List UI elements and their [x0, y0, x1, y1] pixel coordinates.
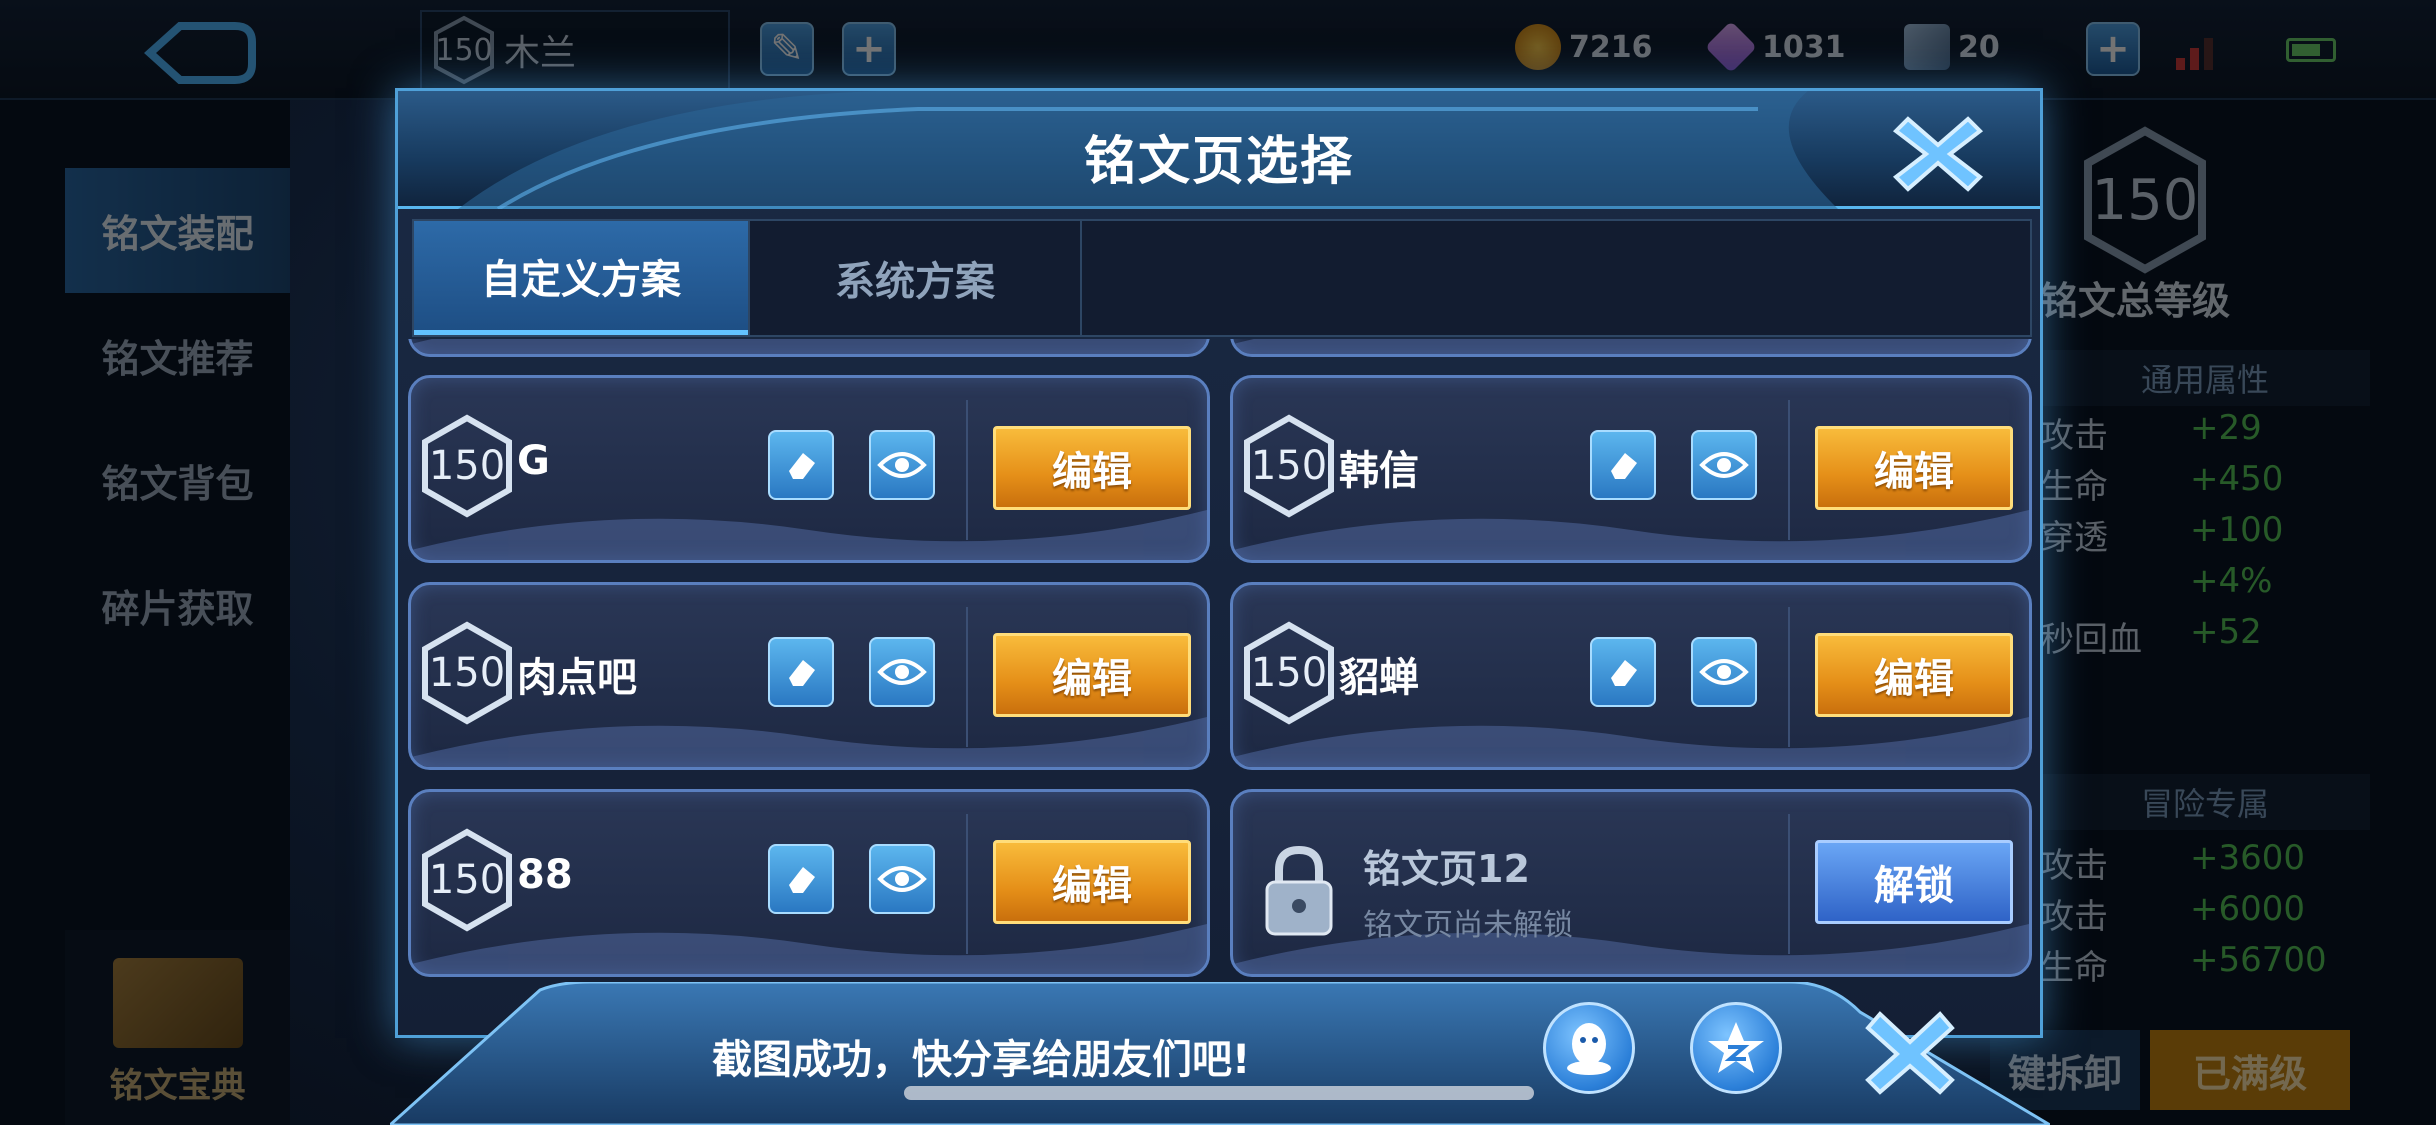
eye-icon[interactable]: [869, 844, 935, 914]
eraser-icon[interactable]: [1590, 637, 1656, 707]
hero-level: 150: [435, 32, 493, 68]
edit-button[interactable]: 编辑: [993, 426, 1191, 510]
add-currency-icon[interactable]: +: [2086, 22, 2140, 76]
page-name: 88: [517, 852, 573, 898]
stat-row: 穿透 +100: [2040, 510, 2284, 558]
edit-button[interactable]: 编辑: [993, 633, 1191, 717]
back-icon[interactable]: [140, 18, 260, 88]
add-icon[interactable]: +: [842, 22, 896, 76]
currency-gold: 7216: [1515, 22, 1653, 72]
page-level-badge: 150: [421, 621, 513, 725]
card-divider: [1788, 400, 1790, 540]
codex-label: 铭文宝典: [109, 1066, 246, 1106]
card-divider: [966, 400, 968, 540]
share-bar: 截图成功，快分享给朋友们吧!: [390, 982, 2050, 1125]
qq-icon[interactable]: [1543, 1002, 1635, 1094]
hero-chip[interactable]: 150 木兰: [420, 10, 730, 90]
signal-icon: [2176, 30, 2226, 70]
tab-system[interactable]: 系统方案: [748, 221, 1082, 335]
edit-button[interactable]: 编辑: [1815, 426, 2013, 510]
adventure-stat-row: 生命 +56700: [2040, 940, 2327, 988]
total-level-title: 铭文总等级: [2040, 279, 2231, 323]
home-indicator[interactable]: [904, 1086, 1534, 1100]
page-name: 韩信: [1339, 448, 1419, 494]
unlock-button[interactable]: 解锁: [1815, 840, 2013, 924]
locked-page-title: 铭文页12: [1363, 847, 1530, 891]
eraser-icon[interactable]: [768, 637, 834, 707]
modal-title: 铭文页选择: [1083, 132, 1354, 192]
page-select-modal: 铭文页选择 自定义方案 系统方案 150 编辑 150: [395, 88, 2043, 1038]
lock-icon: [1265, 845, 1333, 936]
qzone-icon[interactable]: [1690, 1002, 1782, 1094]
page-level-badge: 150: [421, 414, 513, 518]
close-share-icon[interactable]: [1860, 1002, 1960, 1102]
ticket-icon: [1904, 24, 1950, 70]
rune-page-card[interactable]: 150 88 编辑: [408, 789, 1210, 977]
locked-page-card[interactable]: 铭文页12 铭文页尚未解锁 解锁: [1230, 789, 2032, 977]
close-icon[interactable]: [1888, 109, 1988, 199]
edit-button[interactable]: 编辑: [1815, 633, 2013, 717]
gold-amount: 7216: [1569, 29, 1653, 65]
rune-page-card[interactable]: 150 韩信 编辑: [1230, 375, 2032, 563]
eraser-icon[interactable]: [1590, 430, 1656, 500]
diamond-icon: [1704, 20, 1758, 74]
eye-icon[interactable]: [1691, 637, 1757, 707]
stat-row: 攻击 +29: [2040, 408, 2262, 456]
stat-row: 秒回血 +52: [2040, 612, 2262, 660]
ticket-amount: 20: [1958, 29, 2000, 65]
rune-page-card[interactable]: 150 编辑: [1230, 339, 2032, 357]
page-level-badge: 150: [421, 828, 513, 932]
rune-page-card[interactable]: 150 肉点吧 编辑: [408, 582, 1210, 770]
eraser-icon[interactable]: [768, 844, 834, 914]
hero-level-badge: 150: [432, 15, 496, 85]
codex-button[interactable]: 铭文宝典: [65, 930, 290, 1125]
stat-row: 生命 +450: [2040, 459, 2284, 507]
nav-item-recommend[interactable]: 铭文推荐: [65, 293, 290, 418]
page-level-badge: 150: [1243, 414, 1335, 518]
share-message: 截图成功，快分享给朋友们吧!: [712, 1037, 1251, 1083]
total-level-badge: 150: [2080, 125, 2210, 275]
adventure-stat-row: 攻击 +3600: [2040, 838, 2306, 886]
card-divider: [966, 607, 968, 747]
rune-page-card[interactable]: 150 G 编辑: [408, 375, 1210, 563]
maxed-button[interactable]: 已满级: [2150, 1030, 2350, 1110]
nav-item-assemble[interactable]: 铭文装配: [65, 168, 290, 293]
total-level: 150: [2091, 167, 2199, 233]
currency-diamond: 1031: [1704, 20, 1846, 74]
eye-icon[interactable]: [869, 637, 935, 707]
general-attributes-header: 通用属性: [2040, 350, 2370, 406]
adventure-stat-row: 攻击 +6000: [2040, 889, 2306, 937]
eraser-icon[interactable]: [768, 430, 834, 500]
edit-button[interactable]: 编辑: [993, 840, 1191, 924]
eye-icon[interactable]: [869, 430, 935, 500]
tab-custom[interactable]: 自定义方案: [414, 221, 748, 335]
hero-name: 木兰: [504, 33, 577, 74]
modal-header: 铭文页选择: [398, 91, 2040, 209]
game-screen: 150 木兰 ✎ + 7216 1031 20 + 铭文装配 铭文推荐 铭文背包…: [0, 0, 2436, 1125]
nav-item-backpack[interactable]: 铭文背包: [65, 418, 290, 543]
top-bar: 150 木兰 ✎ + 7216 1031 20 +: [0, 0, 2436, 100]
page-name: 肉点吧: [517, 655, 637, 701]
nav-item-fragments[interactable]: 碎片获取: [65, 543, 290, 668]
scheme-tabs: 自定义方案 系统方案: [412, 219, 2032, 337]
book-icon: [112, 958, 243, 1048]
page-grid: 150 编辑 150 编辑 150 G: [398, 339, 2040, 1035]
gold-coin-icon: [1515, 24, 1561, 70]
card-divider: [1788, 607, 1790, 747]
currency-ticket: 20: [1904, 22, 2000, 72]
diamond-amount: 1031: [1762, 29, 1846, 65]
card-divider: [1788, 814, 1790, 954]
eye-icon[interactable]: [1691, 430, 1757, 500]
rune-page-card[interactable]: 150 编辑: [408, 339, 1210, 357]
battery-icon: [2286, 38, 2336, 62]
edit-icon[interactable]: ✎: [760, 22, 814, 76]
card-divider: [966, 814, 968, 954]
rune-page-card[interactable]: 150 貂蝉 编辑: [1230, 582, 2032, 770]
page-name: G: [517, 438, 550, 484]
page-level-badge: 150: [1243, 621, 1335, 725]
adventure-attributes-header: 冒险专属: [2040, 774, 2370, 830]
locked-page-subtitle: 铭文页尚未解锁: [1363, 908, 1573, 943]
page-name: 貂蝉: [1339, 655, 1419, 701]
stat-row: +4%: [2190, 561, 2273, 601]
